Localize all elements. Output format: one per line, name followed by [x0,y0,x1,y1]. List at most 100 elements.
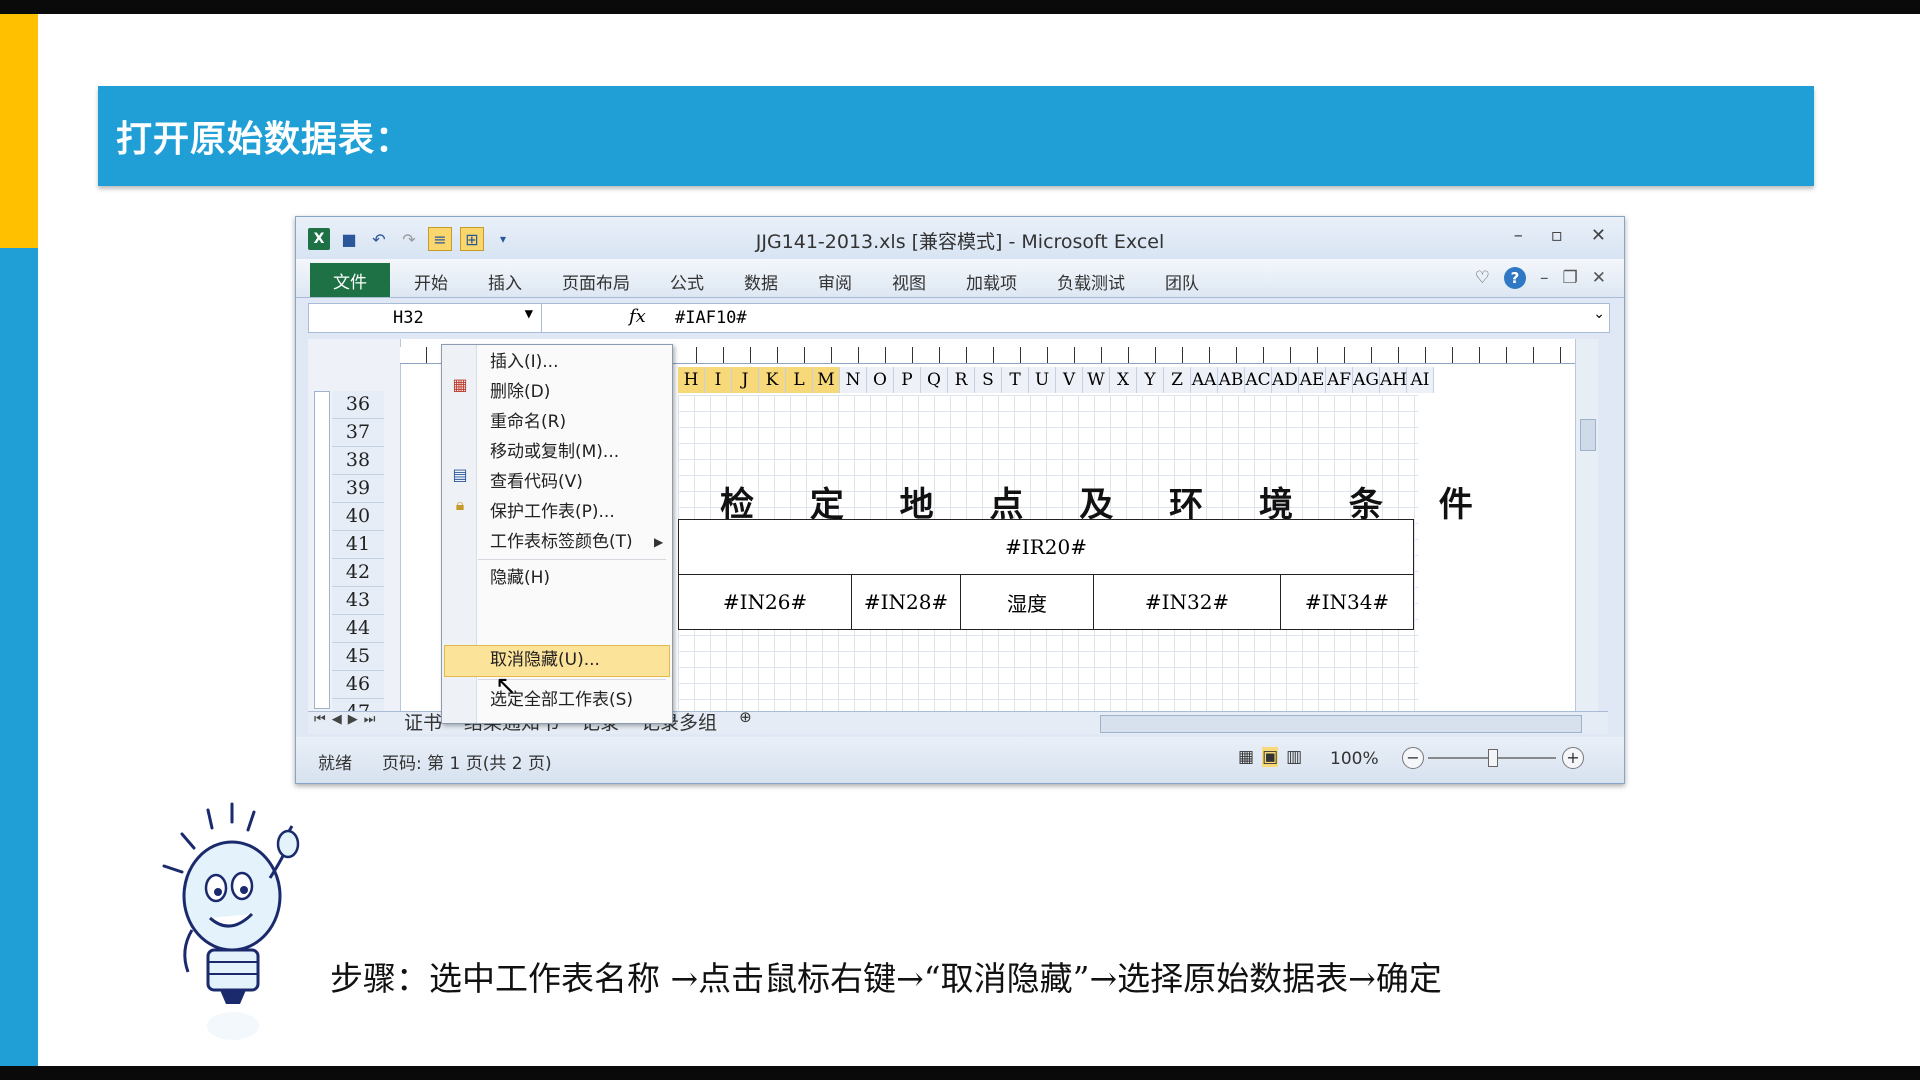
row-header[interactable]: 46 [332,671,384,699]
zoom-slider-thumb[interactable] [1488,749,1498,767]
row-header[interactable]: 38 [332,447,384,475]
menu-item-hide[interactable]: 隐藏(H) [490,563,550,593]
table-cell[interactable]: #IR20# [678,519,1414,575]
column-header[interactable]: S [975,367,1002,393]
maximize-icon[interactable]: ▫ [1551,225,1563,246]
column-header[interactable]: T [1002,367,1029,393]
page-layout-view-icon[interactable]: ▣ [1262,747,1279,767]
table-cell[interactable]: #IN32# [1093,574,1281,630]
tab-team[interactable]: 团队 [1165,269,1199,294]
row-header[interactable]: 42 [332,559,384,587]
expand-formula-bar-icon[interactable]: ⌄ [1593,306,1605,322]
slide-title: 打开原始数据表： [116,119,413,160]
insert-function-icon[interactable]: fx [629,306,646,327]
column-header[interactable]: J [732,367,759,393]
row-header[interactable]: 40 [332,503,384,531]
menu-item-delete[interactable]: 删除(D) [490,377,550,407]
menu-item-tab-color[interactable]: 工作表标签颜色(T) [490,527,633,557]
column-header[interactable]: M [813,367,840,393]
column-header[interactable]: N [840,367,867,393]
row-header[interactable]: 41 [332,531,384,559]
close-icon[interactable]: ✕ [1591,225,1606,246]
menu-item-move-copy[interactable]: 移动或复制(M)... [490,437,619,467]
name-box[interactable]: H32 ▼ [309,304,542,332]
view-code-icon: ▤ [452,465,468,484]
column-header[interactable]: P [894,367,921,393]
tab-page-layout[interactable]: 页面布局 [562,269,630,294]
menu-item-protect[interactable]: 保护工作表(P)... [490,497,615,527]
step-instructions: 步骤：选中工作表名称 →点击鼠标右键→“取消隐藏”→选择原始数据表→确定 [330,959,1442,998]
column-header[interactable]: W [1083,367,1110,393]
column-header[interactable]: AH [1380,367,1407,393]
insert-sheet-icon[interactable]: ⊕ [739,708,752,735]
row-headers: 36 37 38 39 40 41 42 43 44 45 46 47 [332,391,384,711]
column-header[interactable]: V [1056,367,1083,393]
row-header[interactable]: 39 [332,475,384,503]
row-header[interactable]: 43 [332,587,384,615]
column-header[interactable]: I [705,367,732,393]
lightbulb-mascot-icon [162,802,300,1040]
row-header[interactable]: 45 [332,643,384,671]
name-box-dropdown-icon[interactable]: ▼ [525,306,533,322]
tab-view[interactable]: 视图 [892,269,926,294]
zoom-level[interactable]: 100% [1330,749,1379,769]
column-header[interactable]: AC [1245,367,1272,393]
tab-data[interactable]: 数据 [744,269,778,294]
collapse-ribbon-icon[interactable]: ♡ [1475,268,1490,288]
doc-minimize-icon[interactable]: – [1540,268,1549,288]
tab-formulas[interactable]: 公式 [670,269,704,294]
row-header[interactable]: 37 [332,419,384,447]
column-header[interactable]: O [867,367,894,393]
tab-file[interactable]: 文件 [310,263,390,297]
column-header[interactable]: L [786,367,813,393]
table-cell[interactable]: 湿度 [960,574,1094,630]
zoom-in-icon[interactable]: + [1562,747,1584,769]
sheet-tab[interactable]: 证书 [404,708,442,735]
tab-home[interactable]: 开始 [414,269,448,294]
table-cell[interactable]: #IN34# [1280,574,1414,630]
column-header[interactable]: H [678,367,705,393]
tab-add-ins[interactable]: 加载项 [966,269,1017,294]
column-header[interactable]: AB [1218,367,1245,393]
table-cell[interactable]: #IN26# [678,574,852,630]
help-icon[interactable]: ? [1504,267,1526,289]
vertical-scroll-thumb[interactable] [1580,419,1596,451]
tab-review[interactable]: 审阅 [818,269,852,294]
column-header[interactable]: AD [1272,367,1299,393]
column-header[interactable]: Q [921,367,948,393]
conditions-table: #IR20# #IN26# #IN28# 湿度 #IN32# #IN34# [678,519,1414,630]
minimize-icon[interactable]: – [1514,225,1523,246]
tab-insert[interactable]: 插入 [488,269,522,294]
normal-view-icon[interactable]: ▦ [1238,747,1254,767]
zoom-out-icon[interactable]: − [1402,747,1424,769]
delete-sheet-icon: ▦ [452,375,468,394]
tab-load-test[interactable]: 负载测试 [1057,269,1125,294]
horizontal-scrollbar[interactable] [1100,715,1582,733]
vertical-scrollbar[interactable] [1575,339,1598,711]
row-header[interactable]: 47 [332,699,384,711]
menu-item-rename[interactable]: 重命名(R) [490,407,566,437]
row-header[interactable]: 36 [332,391,384,419]
sheet-nav-arrows-icon[interactable]: ⏮◀▶⏭ [314,712,381,727]
column-header[interactable]: AA [1191,367,1218,393]
row-header[interactable]: 44 [332,615,384,643]
table-cell[interactable]: #IN28# [851,574,961,630]
page-break-view-icon[interactable]: ▥ [1286,747,1302,767]
doc-close-icon[interactable]: ✕ [1592,268,1606,288]
menu-item-view-code[interactable]: 查看代码(V) [490,467,583,497]
column-header[interactable]: AI [1407,367,1434,393]
column-header[interactable]: AE [1299,367,1326,393]
doc-restore-icon[interactable]: ❐ [1563,268,1578,288]
column-header[interactable]: X [1110,367,1137,393]
column-header[interactable]: Z [1164,367,1191,393]
column-header[interactable]: K [759,367,786,393]
column-header[interactable]: R [948,367,975,393]
column-header[interactable]: AG [1353,367,1380,393]
ribbon-right-controls: ♡ ? – ❐ ✕ [1475,267,1606,289]
column-header[interactable]: AF [1326,367,1353,393]
formula-input[interactable]: #IAF10# [675,308,747,328]
window-controls: – ▫ ✕ [1514,225,1606,246]
column-header[interactable]: Y [1137,367,1164,393]
column-header[interactable]: U [1029,367,1056,393]
menu-item-insert[interactable]: 插入(I)... [490,347,559,377]
